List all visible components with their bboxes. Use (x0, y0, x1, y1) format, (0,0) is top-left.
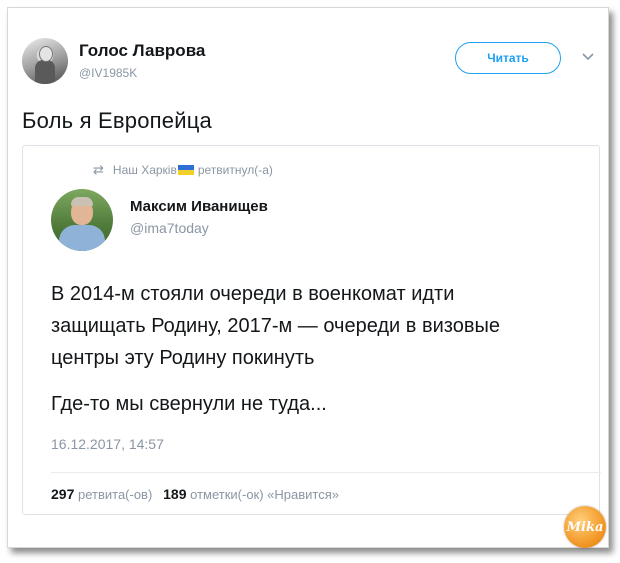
likes-label[interactable]: отметки(-ок) «Нравится» (190, 487, 339, 502)
quoted-author-name[interactable]: Максим Иванищев (130, 198, 268, 215)
retweet-context: ⇄ Наш Харків ретвитнул(-а) (93, 162, 273, 178)
retweet-icon: ⇄ (93, 162, 104, 177)
author-name[interactable]: Голос Лаврова (79, 41, 205, 61)
retweet-suffix: ретвитнул(-а) (197, 163, 273, 177)
quoted-body-line: В 2014-м стояли очереди в военкомат идти (51, 283, 455, 305)
quoted-body-line: центры эту Родину покинуть (51, 347, 315, 369)
quoted-body-line: Где-то мы свернули не туда... (51, 393, 327, 415)
author-handle[interactable]: @IV1985K (79, 66, 137, 80)
retweets-count[interactable]: 297 (51, 486, 74, 502)
follow-button[interactable]: Читать (455, 42, 561, 74)
ukraine-flag-icon (177, 165, 194, 175)
avatar-figure-body (35, 60, 55, 84)
quoted-tweet-card[interactable]: ⇄ Наш Харків ретвитнул(-а) Максим Иванищ… (22, 145, 601, 515)
watermark-logo: Mika (564, 506, 606, 548)
tweet-stats: 297 ретвита(-ов) 189 отметки(-ок) «Нрави… (51, 486, 339, 502)
avatar-hair (71, 197, 93, 206)
avatar-figure-head (39, 46, 53, 62)
avatar-shirt (59, 225, 105, 251)
quoted-author-handle[interactable]: @ima7today (130, 220, 209, 236)
author-avatar[interactable] (22, 38, 68, 84)
likes-count[interactable]: 189 (163, 486, 186, 502)
quoted-tweet-body: В 2014-м стояли очереди в военкомат идти… (51, 278, 591, 374)
retweets-label[interactable]: ретвита(-ов) (78, 487, 152, 502)
chevron-down-icon[interactable] (581, 50, 595, 64)
quoted-body-line: защищать Родину, 2017-м — очереди в визо… (51, 315, 500, 337)
tweet-text: Боль я Европейца (22, 108, 212, 133)
tweet-frame: Голос Лаврова @IV1985K Читать Боль я Евр… (7, 7, 609, 548)
quoted-author-avatar[interactable] (51, 189, 113, 251)
divider (51, 472, 601, 473)
retweeted-by-name[interactable]: Наш Харків (113, 163, 177, 177)
tweet-timestamp[interactable]: 16.12.2017, 14:57 (51, 436, 164, 452)
